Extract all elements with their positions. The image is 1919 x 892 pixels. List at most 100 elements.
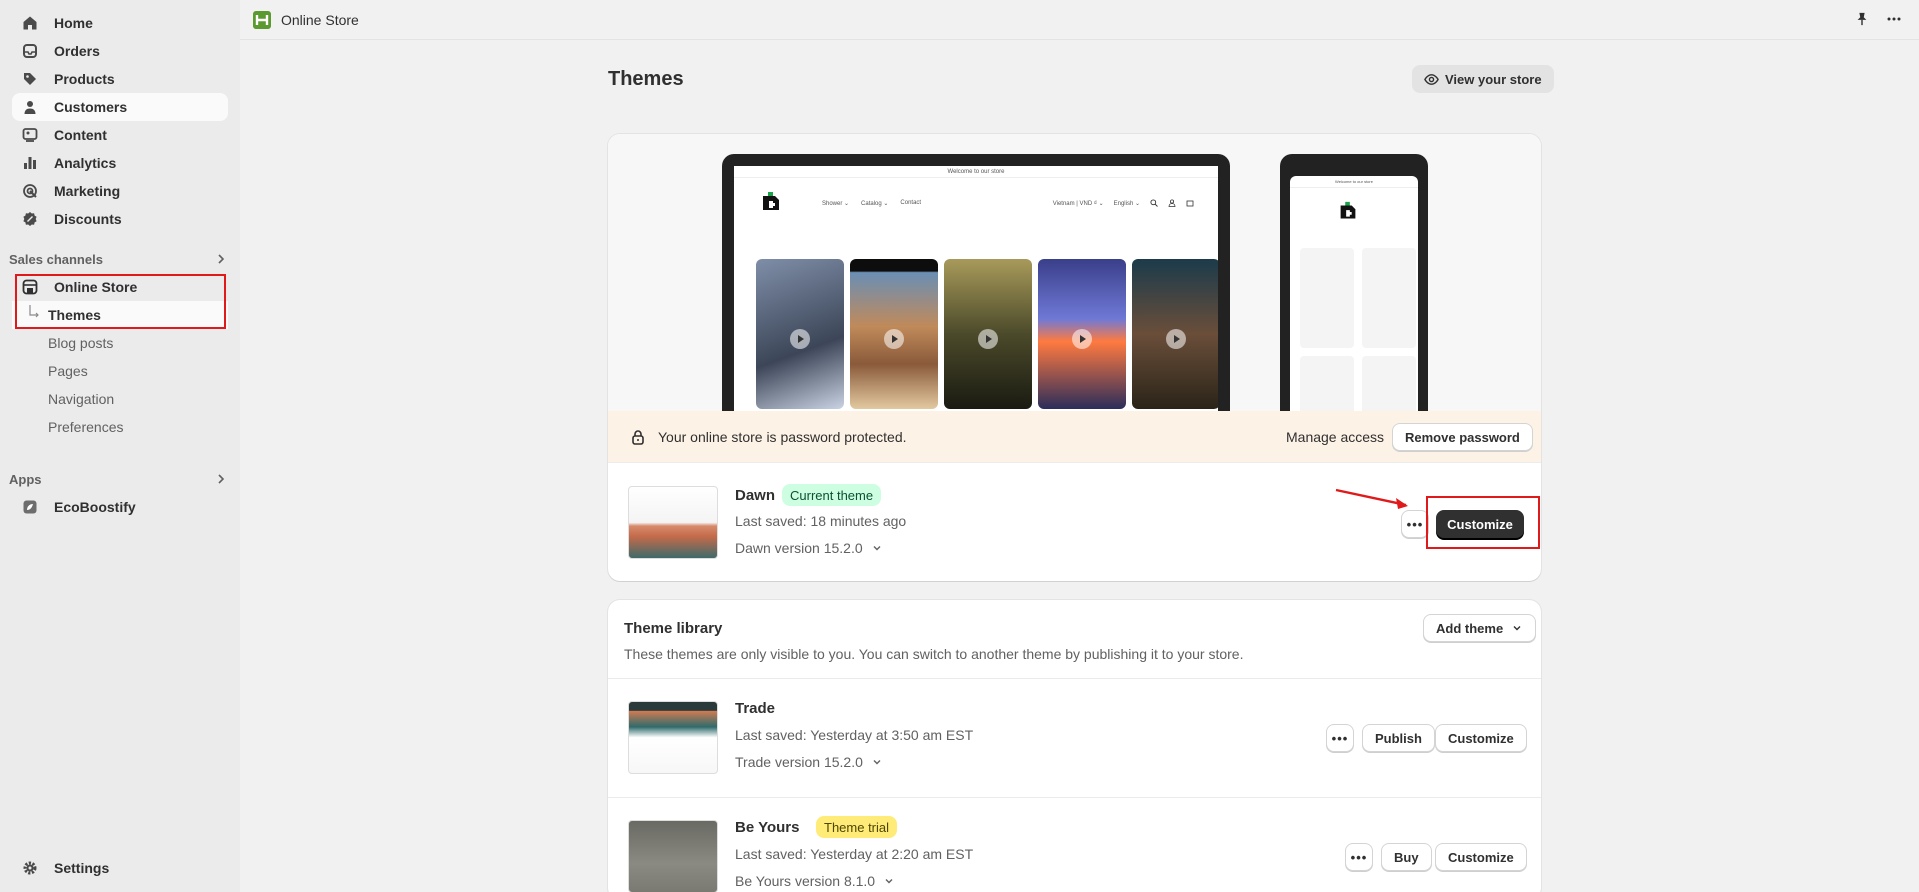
chevron-right-icon [218,474,225,484]
sidebar: Home Orders Products Customers Content A… [0,0,240,892]
sidebar-item-label: Products [54,71,115,87]
preview-video-tile [944,259,1032,409]
sidebar-item-analytics[interactable]: Analytics [12,149,228,177]
more-options-icon[interactable] [1885,10,1903,28]
be-yours-customize-button[interactable]: Customize [1435,843,1527,871]
pin-icon[interactable] [1853,10,1871,28]
theme-library-card: Theme library These themes are only visi… [608,600,1541,892]
desktop-preview: Welcome to our store Shower ⌄ Catalog ⌄ … [722,154,1230,411]
mobile-preview: Welcome to our store [1280,154,1428,411]
search-icon [1150,199,1158,207]
trade-customize-button[interactable]: Customize [1435,724,1527,752]
preview-nav-item: Contact [900,199,922,206]
add-theme-button[interactable]: Add theme [1423,614,1537,642]
trade-more-button[interactable]: ••• [1326,724,1354,752]
chevron-down-icon [873,546,881,551]
view-store-button[interactable]: View your store [1412,65,1554,93]
discount-icon [20,209,40,229]
apps-header[interactable]: Apps [9,471,229,487]
manage-access-link[interactable]: Manage access [1286,429,1384,445]
play-icon [1072,329,1092,349]
preview-language: English ⌄ [1113,200,1140,207]
content-icon [20,125,40,145]
theme-version-toggle[interactable]: Trade version 15.2.0 [735,754,883,770]
trade-theme-thumbnail [628,701,718,774]
preview-video-tile [756,259,844,409]
tag-icon [20,69,40,89]
sidebar-item-label: Orders [54,43,100,59]
sidebar-item-ecoboostify[interactable]: EcoBoostify [12,493,228,521]
target-icon [20,181,40,201]
password-banner: Your online store is password protected.… [608,411,1541,463]
publish-button[interactable]: Publish [1362,724,1435,752]
play-icon [1166,329,1186,349]
sidebar-item-blog-posts[interactable]: Blog posts [12,329,228,357]
password-message: Your online store is password protected. [658,428,907,445]
sidebar-item-discounts[interactable]: Discounts [12,205,228,233]
store-logo-icon [763,192,779,210]
eye-icon [1424,73,1439,85]
chevron-down-icon [873,760,881,765]
play-icon [978,329,998,349]
sidebar-item-label: Analytics [54,155,117,171]
person-icon [20,97,40,117]
preview-nav-item: Shower ⌄ [822,200,850,207]
gear-icon [20,858,40,878]
sidebar-item-navigation[interactable]: Navigation [12,385,228,413]
sidebar-item-settings[interactable]: Settings [12,854,228,882]
top-bar-title: Online Store [281,11,359,28]
divider [608,797,1541,798]
sidebar-item-label: Customers [54,99,128,115]
sidebar-item-marketing[interactable]: Marketing [12,177,228,205]
preview-nav-item: Catalog ⌄ [861,200,889,207]
theme-name: Be Yours [735,819,800,836]
current-theme-card: Welcome to our store Shower ⌄ Catalog ⌄ … [608,134,1541,581]
lock-icon [632,429,644,445]
preview-video-tile [1038,259,1126,409]
sidebar-item-home[interactable]: Home [12,9,228,37]
annotation-arrow [1335,488,1408,509]
current-theme-badge: Current theme [782,484,882,506]
sidebar-item-products[interactable]: Products [12,65,228,93]
cart-icon [1186,200,1194,207]
sidebar-item-label: Home [54,15,93,31]
preview-video-tile [1132,259,1218,409]
preview-video-tile [850,259,938,409]
sidebar-item-customers[interactable]: Customers [12,93,228,121]
last-saved: Last saved: Yesterday at 2:20 am EST [735,846,974,862]
current-theme-more-button[interactable]: ••• [1401,510,1429,538]
sidebar-item-preferences[interactable]: Preferences [12,413,228,441]
divider [608,678,1541,679]
sidebar-item-pages[interactable]: Pages [12,357,228,385]
remove-password-button[interactable]: Remove password [1392,423,1533,451]
be-yours-more-button[interactable]: ••• [1345,843,1373,871]
last-saved: Last saved: 18 minutes ago [735,513,907,529]
theme-name: Trade [735,700,776,717]
highlight-box-online-store [15,274,226,329]
sidebar-item-content[interactable]: Content [12,121,228,149]
sidebar-item-label: Discounts [54,211,122,227]
theme-library-title: Theme library [624,620,723,637]
buy-button[interactable]: Buy [1381,843,1432,871]
theme-library-subtitle: These themes are only visible to you. Yo… [624,646,1244,662]
current-theme-name: Dawn [735,487,776,504]
be-yours-theme-thumbnail [628,820,718,892]
sidebar-item-label: Content [54,127,107,143]
chevron-down-icon [885,879,893,884]
sidebar-item-orders[interactable]: Orders [12,37,228,65]
chevron-right-icon [218,254,225,264]
sales-channels-header[interactable]: Sales channels [9,251,229,267]
theme-version-toggle[interactable]: Dawn version 15.2.0 [735,540,883,556]
theme-version-toggle[interactable]: Be Yours version 8.1.0 [735,873,895,889]
highlight-box-customize [1426,496,1540,549]
dawn-theme-thumbnail [628,486,718,559]
top-bar: Online Store [240,0,1919,40]
preview-announcement: Welcome to our store [734,166,1218,178]
theme-preview: Welcome to our store Shower ⌄ Catalog ⌄ … [608,134,1541,411]
online-store-logo-icon [253,10,271,29]
sidebar-item-label: Settings [54,860,110,876]
play-icon [884,329,904,349]
preview-locale: Vietnam | VND ₫ ⌄ [1052,200,1104,207]
home-icon [20,13,40,33]
page-title: Themes [608,68,684,90]
